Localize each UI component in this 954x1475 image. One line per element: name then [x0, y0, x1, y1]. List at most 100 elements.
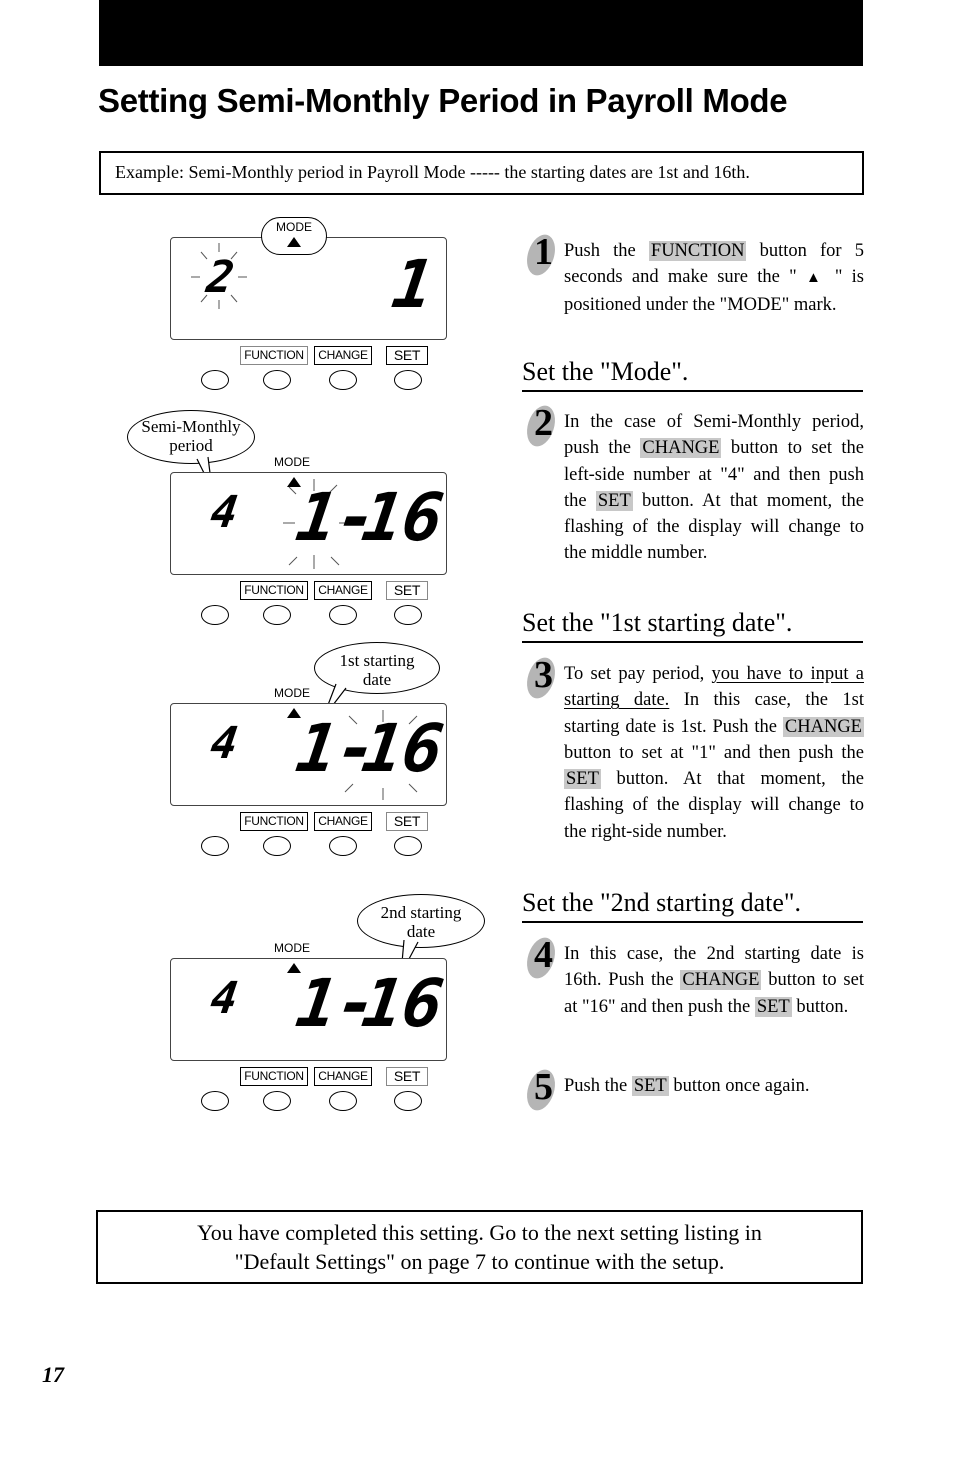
button-labels: FUNCTION CHANGE SET [240, 1067, 430, 1086]
function-key[interactable] [263, 1091, 291, 1111]
function-key[interactable] [263, 605, 291, 625]
lcd-display: 4 1- 16 [170, 703, 448, 806]
set-button-ref: SET [631, 1076, 669, 1096]
device-keys [201, 605, 431, 625]
device-keys [201, 1091, 431, 1111]
lcd-right-digits: 16 [357, 479, 448, 556]
change-key[interactable] [329, 370, 357, 390]
set-label: SET [386, 346, 428, 365]
text: button. [791, 996, 849, 1017]
text: To set pay period, [564, 664, 712, 684]
lcd-left-digit: 4 [207, 973, 242, 1024]
lcd-right-digits: 16 [357, 965, 448, 1042]
step-number: 5 [534, 1066, 553, 1108]
example-text: Example: Semi-Monthly period in Payroll … [115, 162, 750, 182]
change-key[interactable] [329, 1091, 357, 1111]
callout-line-1: 1st starting [339, 651, 415, 670]
step-number: 1 [534, 231, 553, 273]
triangle-icon: ▲ [806, 270, 826, 287]
blank-key[interactable] [201, 605, 229, 625]
button-labels: FUNCTION CHANGE SET [240, 581, 430, 600]
text: Push the [564, 1076, 632, 1096]
change-key[interactable] [329, 836, 357, 856]
function-label: FUNCTION [240, 1067, 308, 1086]
mode-label: MODE [274, 686, 310, 700]
function-button-ref: FUNCTION [648, 241, 747, 261]
mode-label: MODE [276, 220, 312, 234]
lcd-right-digits: 16 [357, 710, 448, 787]
step-text: Push the SET button once again. [564, 1073, 864, 1099]
set-label: SET [386, 812, 428, 831]
example-box: Example: Semi-Monthly period in Payroll … [99, 151, 864, 195]
button-labels: FUNCTION CHANGE SET [240, 346, 430, 365]
change-label: CHANGE [314, 1067, 372, 1086]
set-key[interactable] [394, 605, 422, 625]
change-key[interactable] [329, 605, 357, 625]
step-number: 4 [534, 934, 553, 976]
step-text: To set pay period, you have to input a s… [564, 661, 864, 845]
section-heading-mode: Set the "Mode". [522, 356, 863, 392]
page-title: Setting Semi-Monthly Period in Payroll M… [98, 82, 788, 119]
step-number-badge: 5 [522, 1066, 560, 1114]
change-button-ref: CHANGE [640, 438, 722, 459]
set-label: SET [386, 581, 428, 600]
set-label: SET [386, 1067, 428, 1086]
completion-note-box: You have completed this setting. Go to t… [96, 1210, 863, 1284]
change-label: CHANGE [314, 581, 372, 600]
lcd-display: 4 1- 16 [170, 958, 448, 1061]
lcd-display: 4 1- 16 [170, 472, 448, 575]
function-key[interactable] [263, 370, 291, 390]
callout-line-1: Semi-Monthly [141, 417, 241, 436]
text: button. At that moment, the flashing of … [564, 769, 864, 842]
set-key[interactable] [394, 370, 422, 390]
completion-note-line-1: You have completed this setting. Go to t… [197, 1220, 762, 1245]
callout-line-1: 2nd starting [380, 903, 462, 922]
device-keys [201, 836, 431, 856]
lcd-left-digit: 4 [207, 487, 242, 538]
set-key[interactable] [394, 836, 422, 856]
function-label: FUNCTION [240, 812, 308, 831]
section-heading-2nd-date: Set the "2nd starting date". [522, 887, 863, 923]
text: Push the [564, 241, 649, 261]
step-number-badge: 3 [522, 654, 560, 702]
triangle-pointer-icon [287, 963, 301, 973]
text: button once again. [668, 1076, 810, 1096]
step-text: Push the FUNCTION button for 5 seconds a… [564, 238, 864, 318]
step-text: In this case, the 2nd starting date is 1… [564, 941, 864, 1020]
step-number-badge: 1 [522, 231, 560, 279]
lcd-right-digits: 1 [387, 246, 439, 323]
function-key[interactable] [263, 836, 291, 856]
change-button-ref: CHANGE [782, 716, 864, 737]
function-label: FUNCTION [240, 346, 308, 365]
blank-key[interactable] [201, 370, 229, 390]
change-label: CHANGE [314, 812, 372, 831]
triangle-pointer-icon [287, 708, 301, 718]
lcd-left-digit: 4 [207, 718, 242, 769]
change-button-ref: CHANGE [680, 970, 762, 991]
step-number-badge: 2 [522, 402, 560, 450]
step-text: In the case of Semi-Monthly period, push… [564, 409, 864, 567]
function-label: FUNCTION [240, 581, 308, 600]
callout-line-2: period [169, 436, 213, 455]
change-label: CHANGE [314, 346, 372, 365]
mode-label: MODE [274, 455, 310, 469]
device-keys [201, 370, 431, 390]
set-button-ref: SET [754, 996, 792, 1017]
set-key[interactable] [394, 1091, 422, 1111]
step-number: 2 [534, 402, 553, 444]
blank-key[interactable] [201, 836, 229, 856]
header-bar [99, 0, 863, 66]
step-number: 3 [534, 654, 553, 696]
lcd-display: MODE 2 1 [170, 217, 447, 340]
triangle-pointer-icon [287, 237, 301, 247]
text: button to set at "1" and then push the [564, 742, 864, 763]
mode-label: MODE [274, 941, 310, 955]
step-number-badge: 4 [522, 934, 560, 982]
section-heading-1st-date: Set the "1st starting date". [522, 607, 863, 643]
completion-note-line-2: "Default Settings" on page 7 to continue… [234, 1249, 725, 1274]
blank-key[interactable] [201, 1091, 229, 1111]
page-number: 17 [42, 1362, 64, 1387]
set-button-ref: SET [564, 769, 601, 790]
set-button-ref: SET [595, 490, 633, 511]
callout-semi-monthly: Semi-Monthly period [127, 410, 255, 464]
